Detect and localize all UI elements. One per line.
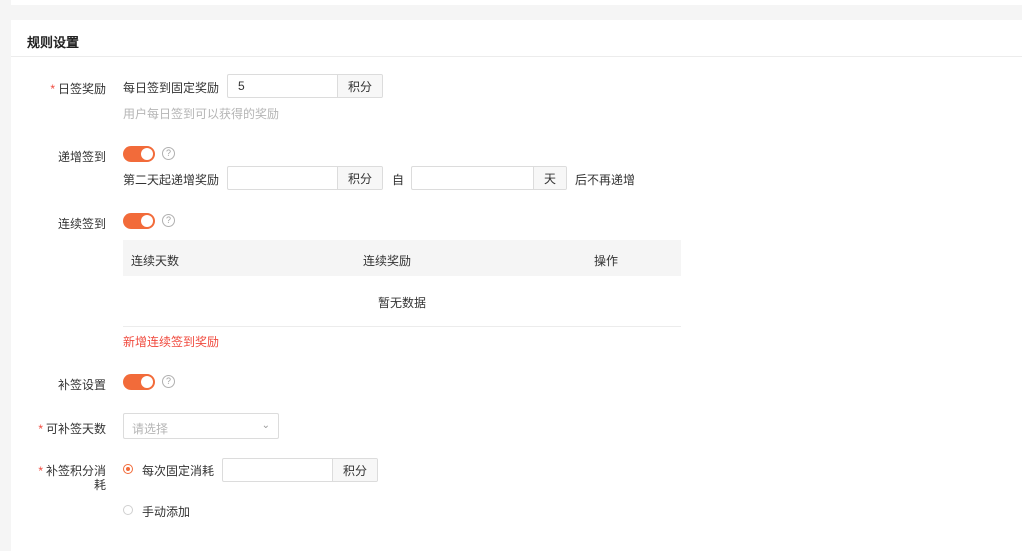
table-header: 连续天数 连续奖励 操作 — [123, 240, 681, 276]
makeup-cost-unit: 积分 — [332, 459, 377, 481]
option-manual-add-label[interactable]: 手动添加 — [142, 503, 190, 520]
top-panel-edge — [11, 0, 1022, 5]
column-header-days: 连续天数 — [131, 254, 180, 268]
toggle-knob — [141, 148, 153, 160]
daily-reward-prefix: 每日签到固定奖励 — [123, 81, 220, 95]
help-icon[interactable]: ? — [162, 147, 175, 160]
incremental-from-label: 自 — [392, 173, 405, 187]
makeup-cost-input-group: 积分 — [222, 458, 378, 482]
toggle-knob — [141, 376, 153, 388]
makeup-days-select[interactable]: 请选择 ⌄ — [123, 413, 279, 439]
daily-reward-input-group: 积分 — [227, 74, 383, 98]
option-fixed-cost-label[interactable]: 每次固定消耗 — [142, 462, 214, 479]
incremental-label: 递增签到 — [57, 150, 106, 164]
incremental-days-input[interactable] — [412, 167, 533, 189]
makeup-days-label: * 可补签天数 — [38, 422, 106, 436]
incremental-toggle[interactable] — [123, 146, 155, 162]
required-mark: * — [50, 82, 55, 96]
daily-reward-label: * 日签奖励 — [50, 82, 106, 96]
incremental-days-input-group: 天 — [411, 166, 567, 190]
daily-reward-hint: 用户每日签到可以获得的奖励 — [123, 107, 280, 121]
continuous-toggle[interactable] — [123, 213, 155, 229]
radio-fixed-cost[interactable] — [123, 464, 133, 474]
incremental-reward-input-group: 积分 — [227, 166, 383, 190]
continuous-reward-table: 连续天数 连续奖励 操作 暂无数据 — [123, 240, 681, 327]
chevron-down-icon: ⌄ — [261, 420, 270, 431]
help-icon[interactable]: ? — [162, 214, 175, 227]
makeup-cost-input[interactable] — [223, 459, 332, 481]
makeup-label: 补签设置 — [57, 378, 106, 392]
toggle-knob — [141, 215, 153, 227]
daily-reward-unit: 积分 — [337, 75, 382, 97]
section-divider — [11, 56, 1022, 57]
section-title: 规则设置 — [27, 35, 80, 50]
makeup-toggle[interactable] — [123, 374, 155, 390]
help-icon[interactable]: ? — [162, 375, 175, 388]
rule-settings-card: 规则设置 *日签奖励 每日签到固定奖励 积分 用户每日签到可以获得的奖励 递增签… — [11, 20, 1022, 551]
column-header-actions: 操作 — [594, 254, 619, 268]
incremental-reward-unit: 积分 — [337, 167, 382, 189]
column-header-reward: 连续奖励 — [363, 254, 412, 268]
incremental-prefix: 第二天起递增奖励 — [123, 173, 220, 187]
incremental-suffix: 后不再递增 — [575, 173, 636, 187]
incremental-days-unit: 天 — [533, 167, 566, 189]
radio-manual-add[interactable] — [123, 505, 133, 515]
table-empty-text: 暂无数据 — [377, 296, 426, 310]
select-placeholder: 请选择 — [132, 422, 169, 436]
table-empty-row: 暂无数据 — [123, 276, 681, 327]
required-mark: * — [38, 464, 43, 478]
required-mark: * — [38, 422, 43, 436]
add-continuous-reward-link[interactable]: 新增连续签到奖励 — [123, 333, 219, 350]
continuous-label: 连续签到 — [57, 217, 106, 231]
incremental-reward-input[interactable] — [228, 167, 337, 189]
daily-reward-input[interactable] — [228, 75, 337, 97]
makeup-cost-label: * 补签积分消耗 — [38, 464, 106, 492]
